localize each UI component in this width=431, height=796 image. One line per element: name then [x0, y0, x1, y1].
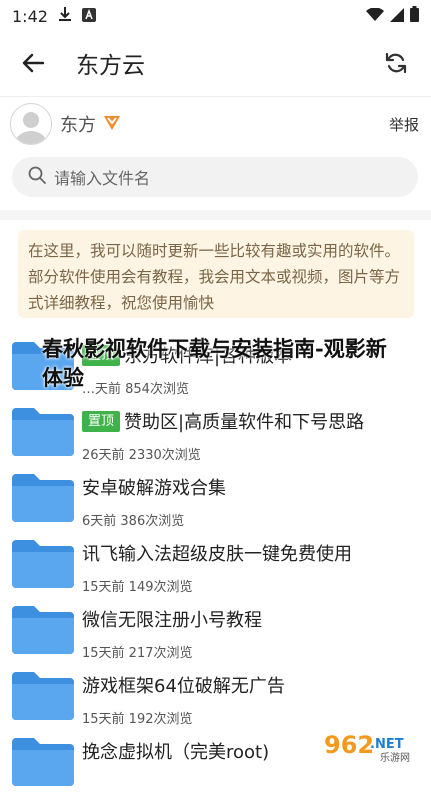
list-item[interactable]: 讯飞输入法超级皮肤一键免费使用 15天前 149次浏览 [0, 532, 431, 598]
folder-icon [12, 540, 74, 588]
folder-icon [12, 738, 74, 786]
owner-profile: 东方 举报 [10, 100, 421, 148]
notice-banner: 在这里，我可以随时更新一些比较有趣或实用的软件。部分软件使用会有教程，我会用文本… [18, 230, 414, 318]
folder-icon [12, 672, 74, 720]
wifi-icon [366, 6, 384, 26]
file-meta: 6天前 386次浏览 [82, 514, 185, 529]
owner-name[interactable]: 东方 [60, 111, 96, 137]
clock: 1:42 [12, 6, 48, 26]
file-meta: 26天前 2330次浏览 [82, 448, 201, 463]
watermark-brand: 962 [324, 731, 374, 759]
refresh-icon[interactable] [381, 48, 411, 78]
app-bar-divider [0, 96, 431, 97]
file-name: 安卓破解游戏合集 [82, 478, 226, 499]
file-meta: 15天前 149次浏览 [82, 580, 193, 595]
watermark-suffix: .NET [370, 737, 404, 752]
a-badge-icon [81, 7, 96, 26]
file-name: 游戏框架64位破解无广告 [82, 676, 285, 697]
page-title: 东方云 [76, 53, 145, 79]
site-watermark-logo: 962 .NET 乐游网 [318, 728, 428, 764]
watermark-sub: 乐游网 [380, 751, 410, 764]
signal-icon [390, 7, 404, 26]
pinned-badge: 置顶 [82, 410, 121, 432]
file-meta: 15天前 217次浏览 [82, 646, 193, 661]
status-bar: 1:42 [0, 0, 431, 32]
file-name: 赞助区|高质量软件和下号思路 [124, 412, 365, 433]
file-meta: 15天前 192次浏览 [82, 712, 193, 727]
vip-badge-icon [102, 113, 122, 135]
battery-icon [410, 6, 419, 26]
section-gap [0, 210, 431, 220]
folder-icon [12, 408, 74, 456]
search-input[interactable]: 请输入文件名 [54, 165, 150, 189]
download-icon [58, 6, 72, 26]
app-bar: 东方云 [0, 32, 431, 94]
search-bar[interactable]: 请输入文件名 [12, 157, 418, 197]
list-item[interactable]: 游戏框架64位破解无广告 15天前 192次浏览 [0, 664, 431, 730]
file-name: 微信无限注册小号教程 [82, 610, 262, 631]
overlay-title: 春秋影视软件下载与安装指南-观影新体验 [42, 336, 387, 390]
list-item[interactable]: 安卓破解游戏合集 6天前 386次浏览 [0, 466, 431, 532]
file-name: 讯飞输入法超级皮肤一键免费使用 [82, 544, 352, 565]
folder-icon [12, 474, 74, 522]
search-icon [28, 166, 46, 188]
file-name: 挽念虚拟机（完美root) [82, 742, 270, 763]
list-item[interactable]: 置顶 赞助区|高质量软件和下号思路 26天前 2330次浏览 [0, 400, 431, 466]
avatar[interactable] [10, 103, 52, 145]
folder-icon [12, 606, 74, 654]
list-item[interactable]: 微信无限注册小号教程 15天前 217次浏览 [0, 598, 431, 664]
back-arrow-icon[interactable] [18, 48, 48, 78]
report-button[interactable]: 举报 [389, 114, 419, 135]
